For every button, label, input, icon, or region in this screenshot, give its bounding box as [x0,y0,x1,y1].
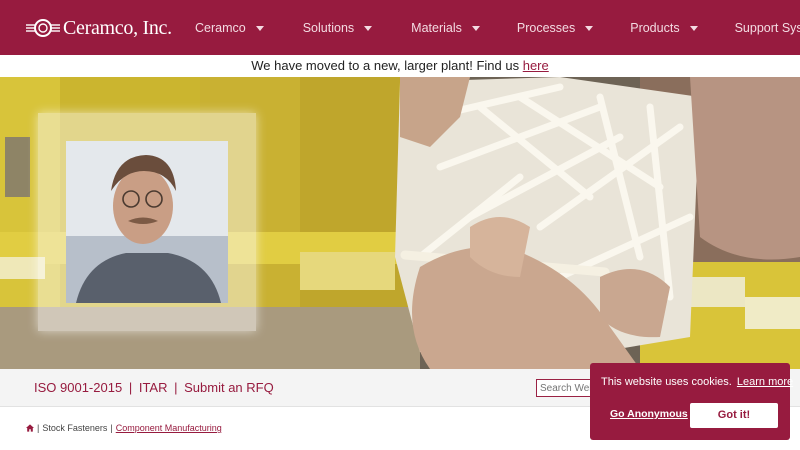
announcement-text: We have moved to a new, larger plant! Fi… [251,58,523,73]
nav-item-support-systems[interactable]: Support Systems [735,0,800,55]
nav-item-ceramco[interactable]: Ceramco [195,0,264,55]
portrait-frame [38,113,256,331]
logo[interactable]: Ceramco, Inc. [26,14,172,42]
separator: | [174,380,178,395]
announcement-bar: We have moved to a new, larger plant! Fi… [0,55,800,77]
hero-image [0,77,800,369]
separator: | [110,423,113,433]
nav-item-materials[interactable]: Materials [411,0,480,55]
rfq-link[interactable]: Submit an RFQ [184,380,274,395]
caret-down-icon [364,26,373,31]
learn-more-link[interactable]: Learn more [737,376,793,388]
portrait-image [66,141,228,303]
logo-mark-icon [26,19,60,37]
cookie-message: This website uses cookies. Learn more [601,376,793,388]
cookie-text: This website uses cookies. [601,376,732,388]
nav-item-label: Support Systems [734,20,800,35]
iso-link[interactable]: ISO 9001-2015 [34,380,122,395]
nav-item-label: Processes [516,20,576,35]
logo-text: Ceramco, Inc. [63,16,172,39]
announcement-link[interactable]: here [523,58,549,73]
accept-cookies-button[interactable]: Got it! [690,403,778,428]
cookie-banner: This website uses cookies. Learn more Go… [590,363,793,440]
main-nav: Ceramco Solutions Materials Processes Pr… [180,0,800,55]
site-header: Ceramco, Inc. Ceramco Solutions Material… [0,0,800,55]
separator: | [128,380,133,395]
nav-item-label: Materials [411,20,462,35]
breadcrumb-current: Stock Fasteners [42,423,108,433]
nav-item-processes[interactable]: Processes [516,0,594,55]
nav-item-label: Products [630,20,680,35]
itar-link[interactable]: ITAR [139,380,168,395]
caret-down-icon [585,26,594,31]
page: Ceramco, Inc. Ceramco Solutions Material… [0,0,800,450]
separator: | [37,423,40,433]
go-anonymous-button[interactable]: Go Anonymous [610,408,688,420]
home-icon[interactable] [26,424,34,432]
nav-item-label: Ceramco [195,20,246,35]
nav-item-label: Solutions [302,20,355,35]
caret-down-icon [689,26,698,31]
caret-down-icon [255,26,264,31]
breadcrumb-link[interactable]: Component Manufacturing [116,423,222,433]
nav-item-solutions[interactable]: Solutions [302,0,373,55]
breadcrumb: | Stock Fasteners | Component Manufactur… [26,423,222,433]
info-bar-links: ISO 9001-2015 | ITAR | Submit an RFQ [34,369,274,407]
nav-item-products[interactable]: Products [630,0,698,55]
caret-down-icon [471,26,480,31]
